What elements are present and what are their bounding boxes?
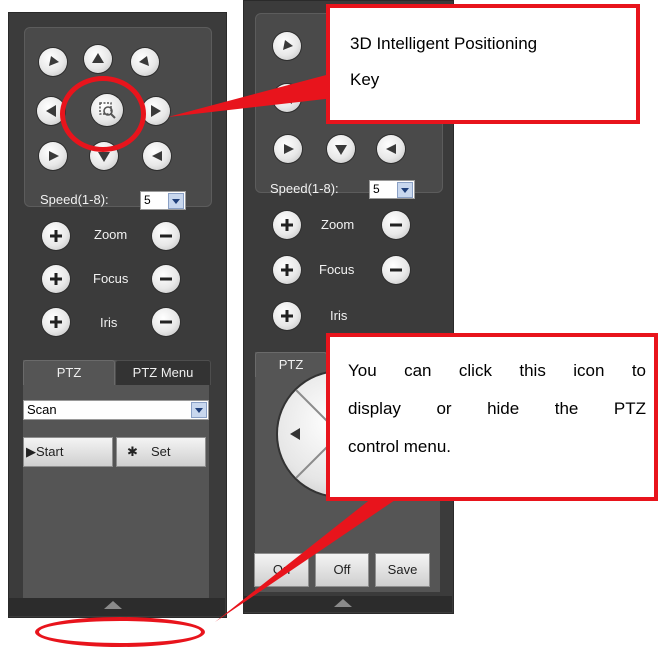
menu-callout-line3: control menu.: [348, 437, 451, 456]
positioning-callout-line2: Key: [350, 70, 380, 89]
positioning-callout-line1: 3D Intelligent Positioning: [350, 34, 538, 53]
menu-toggle-callout: You can click this icon to display or hi…: [326, 333, 658, 501]
menu-callout-line2: display or hide the PTZ: [348, 399, 646, 418]
positioning-callout: 3D Intelligent Positioning Key: [326, 4, 640, 124]
menu-callout-line1: You can click this icon to: [348, 361, 646, 380]
